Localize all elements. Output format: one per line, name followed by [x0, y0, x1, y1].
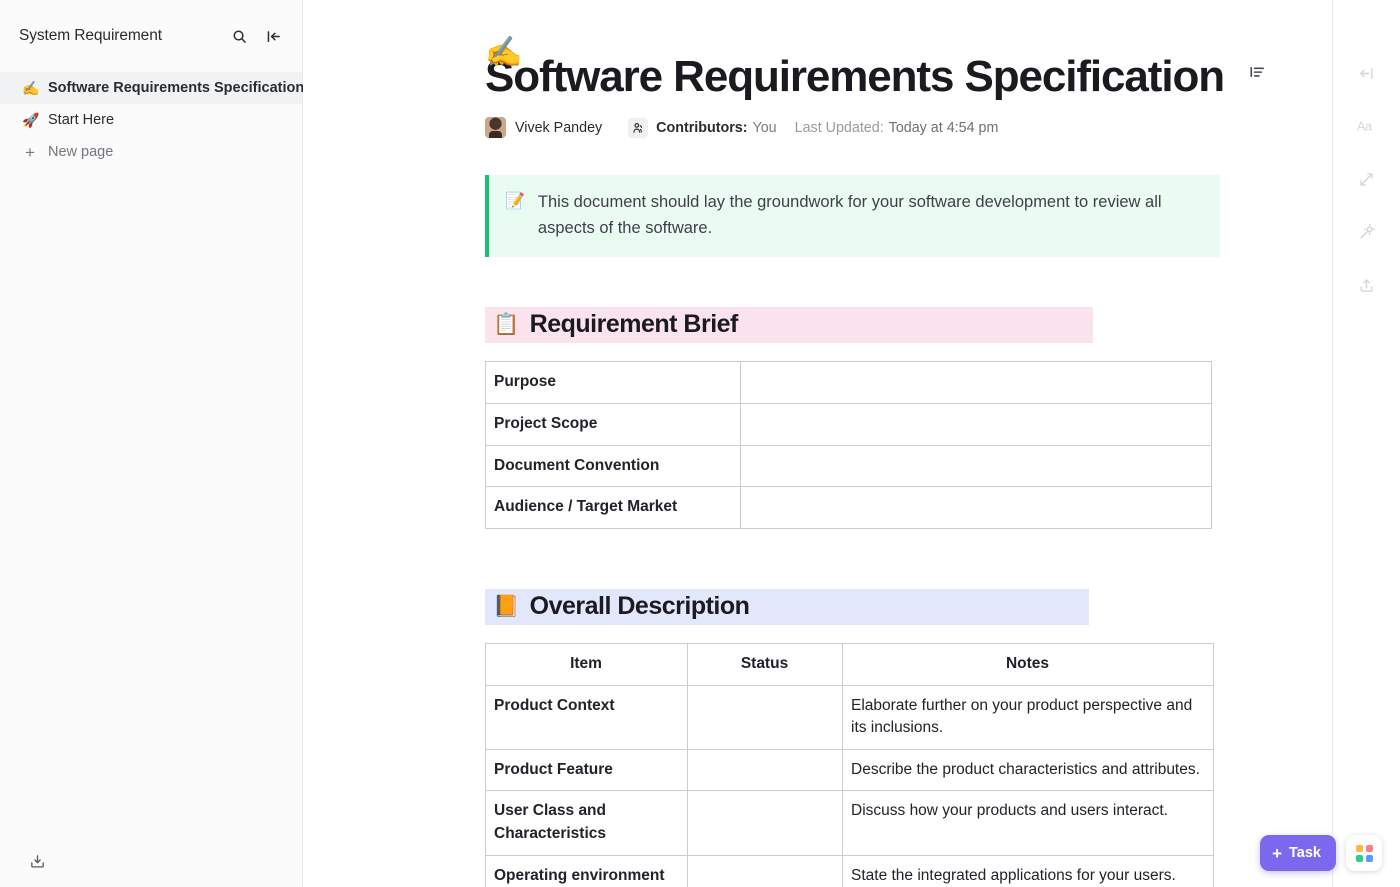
- document-area: ✍️ Software Requirements Specification V…: [303, 0, 1400, 887]
- sidebar-footer: [0, 835, 302, 887]
- section-heading-overall-description[interactable]: 📙 Overall Description: [485, 588, 1089, 625]
- orange-book-icon: 📙: [493, 594, 519, 618]
- row-value[interactable]: [740, 486, 1212, 529]
- column-header-status: Status: [687, 642, 843, 686]
- cell-item: Operating environment: [485, 854, 688, 887]
- search-icon[interactable]: [226, 23, 252, 49]
- cell-status[interactable]: [687, 684, 843, 750]
- collapse-panel-icon[interactable]: [260, 23, 286, 49]
- overall-description-table[interactable]: Item Status Notes Product Context Elabor…: [485, 642, 1214, 887]
- add-task-button[interactable]: + Task: [1260, 835, 1336, 871]
- share-upload-icon[interactable]: [1352, 270, 1382, 300]
- cell-notes: State the integrated applications for yo…: [842, 854, 1214, 887]
- plus-icon: +: [1272, 843, 1283, 863]
- cell-notes: Describe the product characteristics and…: [842, 748, 1214, 792]
- collapse-right-icon[interactable]: [1352, 58, 1382, 88]
- cell-item: Product Context: [485, 684, 688, 750]
- sidebar-title: System Requirement: [19, 27, 162, 44]
- contributors-label: Contributors:: [656, 119, 748, 136]
- row-key: Audience / Target Market: [485, 486, 741, 529]
- cell-notes: Discuss how your products and users inte…: [842, 790, 1214, 856]
- sidebar-page-list: ✍️ Software Requirements Specification 🚀…: [0, 72, 305, 168]
- table-row[interactable]: Operating environment State the integrat…: [485, 854, 1214, 887]
- table-row[interactable]: Audience / Target Market: [485, 486, 1212, 529]
- table-row[interactable]: Product Context Elaborate further on you…: [485, 684, 1214, 750]
- sidebar-item-software-requirements-specification[interactable]: ✍️ Software Requirements Specification: [0, 72, 305, 104]
- document-content: ✍️ Software Requirements Specification V…: [485, 38, 1225, 887]
- section-heading-requirement-brief[interactable]: 📋 Requirement Brief: [485, 307, 1093, 344]
- writing-hand-icon: ✍️: [22, 80, 40, 96]
- last-updated-label: Last Updated:: [794, 119, 884, 136]
- cell-status[interactable]: [687, 790, 843, 856]
- row-key: Purpose: [485, 361, 741, 405]
- new-page-label: New page: [48, 144, 114, 160]
- sidebar-item-label: Start Here: [48, 112, 115, 128]
- outline-list-icon[interactable]: [1243, 58, 1271, 86]
- sidebar-new-page-button[interactable]: + New page: [0, 136, 302, 168]
- table-row[interactable]: Document Convention: [485, 444, 1212, 488]
- sidebar-item-label: Software Requirements Specification: [48, 80, 305, 96]
- requirement-brief-table[interactable]: Purpose Project Scope Document Conventio…: [485, 361, 1212, 529]
- ai-magic-wand-icon[interactable]: [1352, 217, 1382, 247]
- cell-item: Product Feature: [485, 748, 688, 792]
- resize-arrows-icon[interactable]: [1352, 164, 1382, 194]
- table-row[interactable]: Product Feature Describe the product cha…: [485, 748, 1214, 792]
- sidebar: System Requirement ✍️ Software Requireme…: [0, 0, 305, 887]
- task-button-label: Task: [1289, 845, 1321, 861]
- floating-action-bar: + Task: [1260, 835, 1382, 871]
- cell-notes: Elaborate further on your product perspe…: [842, 684, 1214, 750]
- section-heading-label: Overall Description: [529, 591, 750, 620]
- document-meta: Vivek Pandey Contributors: You Last Upda…: [485, 117, 1225, 139]
- cell-status[interactable]: [687, 854, 843, 887]
- info-callout[interactable]: 📝 This document should lay the groundwor…: [485, 175, 1220, 258]
- row-key: Project Scope: [485, 403, 741, 446]
- table-row[interactable]: Project Scope: [485, 403, 1212, 446]
- app-root: System Requirement ✍️ Software Requireme…: [0, 0, 1400, 887]
- sidebar-header: System Requirement: [0, 0, 302, 72]
- plus-icon: +: [25, 142, 35, 162]
- apps-grid-icon[interactable]: [1346, 835, 1382, 871]
- rocket-icon: 🚀: [22, 112, 40, 128]
- column-header-item: Item: [485, 642, 688, 686]
- document-scroll[interactable]: ✍️ Software Requirements Specification V…: [303, 0, 1400, 887]
- column-header-notes: Notes: [842, 642, 1214, 686]
- page-title[interactable]: Software Requirements Specification: [485, 52, 1225, 101]
- memo-icon: 📝: [505, 193, 525, 211]
- right-toolbar: Aa: [1332, 0, 1400, 887]
- callout-text: This document should lay the groundwork …: [537, 193, 1162, 237]
- import-tray-icon[interactable]: [24, 848, 50, 874]
- cell-status[interactable]: [687, 748, 843, 792]
- document-cover-emoji[interactable]: ✍️: [485, 38, 522, 68]
- section-heading-label: Requirement Brief: [529, 310, 739, 339]
- clipboard-icon: 📋: [493, 313, 519, 337]
- sidebar-item-start-here[interactable]: 🚀 Start Here: [0, 104, 302, 136]
- author-name: Vivek Pandey: [515, 119, 603, 136]
- table-row[interactable]: Purpose: [485, 361, 1212, 405]
- avatar[interactable]: [485, 117, 506, 139]
- cell-item: User Class and Characteristics: [485, 790, 688, 856]
- document-body: ✍️ Software Requirements Specification V…: [303, 38, 1400, 887]
- table-row[interactable]: User Class and Characteristics Discuss h…: [485, 790, 1214, 856]
- row-value[interactable]: [740, 444, 1212, 488]
- row-key: Document Convention: [485, 444, 741, 488]
- table-header-row: Item Status Notes: [485, 642, 1214, 686]
- row-value[interactable]: [740, 403, 1212, 446]
- svg-text:Aa: Aa: [1357, 119, 1373, 134]
- contributors-icon[interactable]: [628, 117, 649, 138]
- contributors-value: You: [752, 119, 777, 136]
- typography-icon[interactable]: Aa: [1352, 111, 1382, 141]
- apps-grid-shape: [1355, 844, 1373, 862]
- last-updated-value: Today at 4:54 pm: [888, 119, 999, 136]
- row-value[interactable]: [740, 361, 1212, 405]
